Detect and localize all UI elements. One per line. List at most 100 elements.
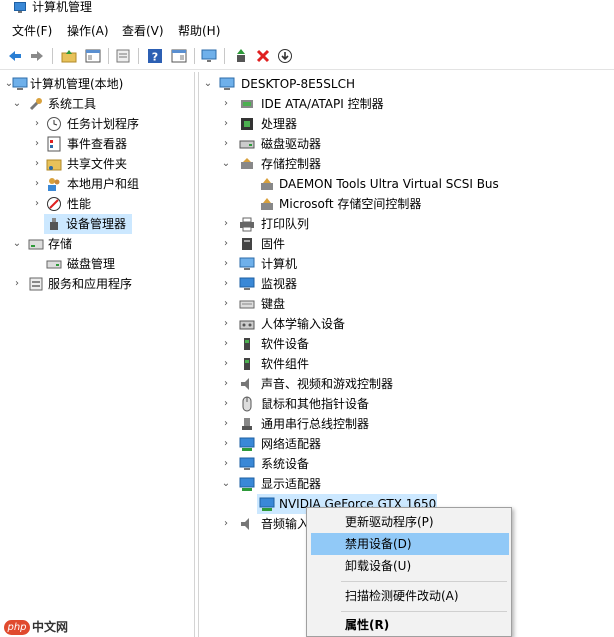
- device-category[interactable]: › 声音、视频和游戏控制器: [199, 374, 613, 394]
- tree-item-services-apps[interactable]: › 服务和应用程序: [0, 274, 194, 294]
- up-folder-icon[interactable]: [60, 47, 78, 65]
- expand-icon[interactable]: ›: [221, 214, 231, 234]
- device-label: IDE ATA/ATAPI 控制器: [261, 97, 384, 111]
- device-category[interactable]: › 打印队列: [199, 214, 613, 234]
- expand-icon[interactable]: ›: [32, 114, 42, 134]
- expand-icon[interactable]: ›: [221, 234, 231, 254]
- expand-icon[interactable]: ›: [221, 454, 231, 474]
- device-category[interactable]: › 固件: [199, 234, 613, 254]
- tree-item-computer-management[interactable]: ⌄ 计算机管理(本地): [0, 74, 194, 94]
- help-icon[interactable]: ?: [146, 47, 164, 65]
- expand-icon[interactable]: ›: [32, 154, 42, 174]
- device-label: 人体学输入设备: [261, 317, 346, 331]
- device-category[interactable]: › 鼠标和其他指针设备: [199, 394, 613, 414]
- menu-view[interactable]: 查看(V): [122, 23, 164, 39]
- expand-icon[interactable]: ›: [32, 134, 42, 154]
- expand-icon[interactable]: ›: [221, 94, 231, 114]
- expand-icon[interactable]: ›: [221, 294, 231, 314]
- expand-icon[interactable]: ›: [221, 434, 231, 454]
- device-category[interactable]: › 软件设备: [199, 334, 613, 354]
- device-label: 系统设备: [261, 457, 310, 471]
- device-category[interactable]: › 磁盘驱动器: [199, 134, 613, 154]
- device-category[interactable]: › IDE ATA/ATAPI 控制器: [199, 94, 613, 114]
- tree-item-disk-management[interactable]: 磁盘管理: [0, 254, 194, 274]
- expand-icon[interactable]: ›: [221, 254, 231, 274]
- menu-item-uninstall-device[interactable]: 卸载设备(U): [311, 555, 509, 577]
- menu-action[interactable]: 操作(A): [67, 23, 109, 39]
- tree-item-storage[interactable]: ⌄ 存储: [0, 234, 194, 254]
- collapse-icon[interactable]: ⌄: [12, 94, 22, 114]
- collapse-icon[interactable]: ⌄: [221, 154, 231, 174]
- device-category[interactable]: ⌄ 显示适配器: [199, 474, 613, 494]
- tree-item-event-viewer[interactable]: › 事件查看器: [0, 134, 194, 154]
- expand-icon[interactable]: ›: [221, 274, 231, 294]
- expand-icon[interactable]: ›: [221, 114, 231, 134]
- device-category[interactable]: › 网络适配器: [199, 434, 613, 454]
- event-log-icon: [47, 136, 61, 152]
- monitor-icon[interactable]: [200, 47, 218, 65]
- expand-icon[interactable]: ›: [221, 394, 231, 414]
- tree-item-device-manager[interactable]: 设备管理器: [44, 214, 132, 234]
- collapse-icon[interactable]: ⌄: [221, 474, 231, 494]
- menu-item-scan-hardware[interactable]: 扫描检测硬件改动(A): [311, 585, 509, 607]
- device-label: 键盘: [261, 297, 286, 311]
- expand-icon[interactable]: ›: [32, 194, 42, 214]
- tree-label: 性能: [67, 197, 92, 211]
- software-device-icon: [244, 338, 250, 350]
- device-category[interactable]: › 通用串行总线控制器: [199, 414, 613, 434]
- menu-file[interactable]: 文件(F): [12, 23, 52, 39]
- properties-icon[interactable]: [170, 47, 188, 65]
- device-label: 网络适配器: [261, 437, 322, 451]
- menu-help[interactable]: 帮助(H): [178, 23, 220, 39]
- device-category[interactable]: › 人体学输入设备: [199, 314, 613, 334]
- device-category[interactable]: › 处理器: [199, 114, 613, 134]
- device-category[interactable]: › 计算机: [199, 254, 613, 274]
- tree-item-shared-folders[interactable]: › 共享文件夹: [0, 154, 194, 174]
- computer-icon: [219, 77, 235, 90]
- device-category[interactable]: › 监视器: [199, 274, 613, 294]
- device-label: 声音、视频和游戏控制器: [261, 377, 394, 391]
- computer-icon: [239, 257, 255, 270]
- expand-icon[interactable]: ›: [221, 134, 231, 154]
- expand-icon[interactable]: ›: [12, 274, 22, 294]
- device-root[interactable]: ⌄ DESKTOP-8E5SLCH: [199, 74, 613, 94]
- forward-icon[interactable]: [28, 47, 46, 65]
- disable-icon[interactable]: [276, 47, 294, 65]
- tree-item-performance[interactable]: › 性能: [0, 194, 194, 214]
- uninstall-icon[interactable]: [254, 47, 272, 65]
- software-component-icon: [244, 358, 250, 370]
- expand-icon[interactable]: ›: [221, 414, 231, 434]
- menu-item-update-driver[interactable]: 更新驱动程序(P): [311, 511, 509, 533]
- menu-item-disable-device[interactable]: 禁用设备(D): [311, 533, 509, 555]
- collapse-icon[interactable]: ⌄: [203, 74, 213, 94]
- expand-icon[interactable]: ›: [221, 314, 231, 334]
- expand-icon[interactable]: ›: [221, 514, 231, 534]
- show-hide-tree-icon[interactable]: [84, 47, 102, 65]
- device-label: 打印队列: [261, 217, 310, 231]
- expand-icon[interactable]: ›: [221, 354, 231, 374]
- device-item[interactable]: DAEMON Tools Ultra Virtual SCSI Bus: [199, 174, 613, 194]
- menu-bar: 文件(F) 操作(A) 查看(V) 帮助(H): [0, 20, 614, 42]
- back-icon[interactable]: [6, 47, 24, 65]
- tree-item-system-tools[interactable]: ⌄ 系统工具: [0, 94, 194, 114]
- device-category[interactable]: › 键盘: [199, 294, 613, 314]
- expand-icon[interactable]: ›: [32, 174, 42, 194]
- device-label: 显示适配器: [261, 477, 322, 491]
- window-title: 计算机管理: [32, 0, 93, 14]
- device-category[interactable]: › 软件组件: [199, 354, 613, 374]
- export-icon[interactable]: [114, 47, 132, 65]
- toolbar-divider: [138, 48, 139, 64]
- tree-item-local-users[interactable]: › 本地用户和组: [0, 174, 194, 194]
- expand-icon[interactable]: ›: [221, 334, 231, 354]
- tree-label: 设备管理器: [66, 217, 127, 231]
- device-item[interactable]: Microsoft 存储空间控制器: [199, 194, 613, 214]
- tree-label: 磁盘管理: [67, 257, 116, 271]
- tree-item-task-scheduler[interactable]: › 任务计划程序: [0, 114, 194, 134]
- device-category[interactable]: › 系统设备: [199, 454, 613, 474]
- device-label: 音频输入: [261, 517, 310, 531]
- collapse-icon[interactable]: ⌄: [12, 234, 22, 254]
- expand-icon[interactable]: ›: [221, 374, 231, 394]
- device-category[interactable]: ⌄ 存储控制器: [199, 154, 613, 174]
- menu-item-properties[interactable]: 属性(R): [311, 614, 509, 636]
- update-driver-icon[interactable]: [232, 47, 250, 65]
